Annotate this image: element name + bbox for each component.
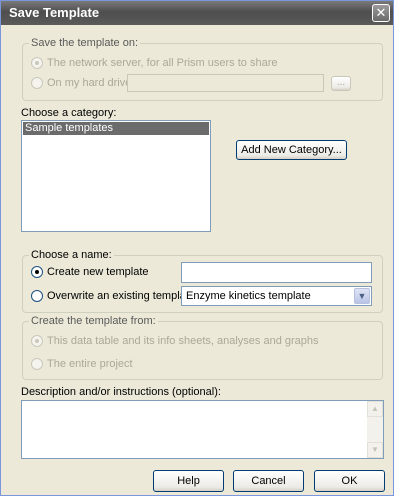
template-name-input[interactable] (181, 262, 372, 283)
ok-button[interactable]: OK (314, 470, 385, 492)
overwrite-option[interactable]: Overwrite an existing template (31, 290, 195, 302)
save-location-legend: Save the template on: (29, 37, 141, 49)
save-location-group: Save the template on: (22, 37, 383, 101)
category-list[interactable]: Sample templates (21, 120, 211, 232)
create-new-option[interactable]: Create new template (31, 266, 149, 278)
close-button[interactable]: ✕ (372, 4, 390, 22)
category-label: Choose a category: (21, 107, 117, 119)
overwrite-radio[interactable] (31, 290, 43, 302)
entire-project-label: The entire project (47, 358, 133, 370)
template-source-group: Create the template from: (22, 315, 383, 380)
entire-project-radio[interactable] (31, 358, 43, 370)
scroll-up-icon[interactable]: ▲ (367, 401, 383, 417)
browse-button[interactable]: ... (331, 76, 351, 91)
entire-project-option[interactable]: The entire project (31, 358, 133, 370)
existing-template-value: Enzyme kinetics template (186, 290, 311, 302)
data-table-label: This data table and its info sheets, ana… (47, 335, 319, 347)
category-item-sample-templates[interactable]: Sample templates (23, 122, 209, 135)
hard-drive-option[interactable]: On my hard drive (31, 77, 131, 89)
close-icon: ✕ (375, 5, 387, 20)
hard-drive-label: On my hard drive (47, 77, 132, 89)
save-template-dialog: Save Template ✕ Save the template on: Th… (0, 0, 394, 496)
choose-name-legend: Choose a name: (29, 249, 114, 261)
overwrite-label: Overwrite an existing template (47, 290, 195, 302)
create-new-radio[interactable] (31, 266, 43, 278)
scroll-down-icon[interactable]: ▼ (367, 442, 383, 458)
create-new-label: Create new template (47, 266, 149, 278)
hard-drive-radio[interactable] (31, 77, 43, 89)
data-table-option[interactable]: This data table and its info sheets, ana… (31, 335, 319, 347)
cancel-button[interactable]: Cancel (233, 470, 304, 492)
description-scrollbar[interactable]: ▲ ▼ (367, 401, 383, 458)
existing-template-select[interactable]: Enzyme kinetics template ▼ (181, 286, 372, 306)
description-textarea[interactable]: ▲ ▼ (21, 400, 384, 459)
network-server-option[interactable]: The network server, for all Prism users … (31, 57, 277, 69)
chevron-down-icon[interactable]: ▼ (354, 288, 370, 304)
dialog-title: Save Template (9, 5, 100, 20)
hard-drive-path-field[interactable] (127, 74, 324, 92)
template-source-legend: Create the template from: (29, 315, 158, 327)
description-label: Description and/or instructions (optiona… (21, 386, 221, 398)
add-new-category-button[interactable]: Add New Category... (236, 140, 347, 160)
network-server-radio[interactable] (31, 57, 43, 69)
title-bar: Save Template ✕ (1, 1, 393, 25)
help-button[interactable]: Help (153, 470, 224, 492)
network-server-label: The network server, for all Prism users … (47, 57, 278, 69)
data-table-radio[interactable] (31, 335, 43, 347)
